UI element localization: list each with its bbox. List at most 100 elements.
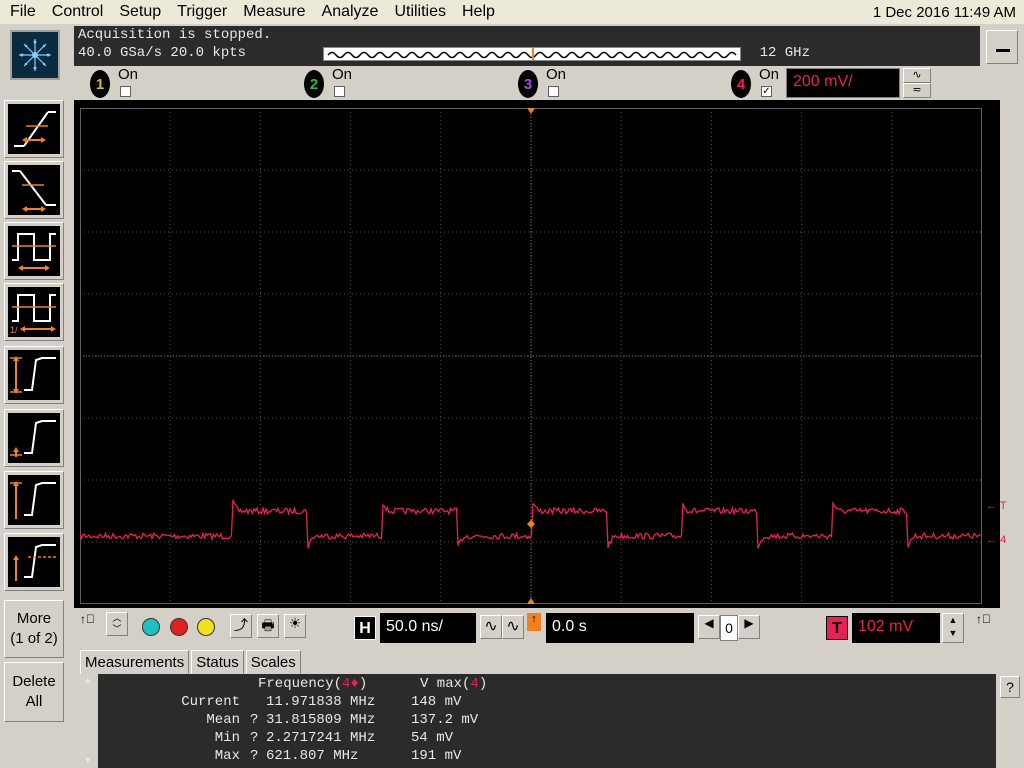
channel-1-checkbox[interactable]: [120, 86, 131, 97]
mean-vmax: 137.2 mV: [411, 712, 479, 728]
menu-file[interactable]: File: [0, 3, 44, 21]
fine-adjust-icon[interactable]: ∿: [480, 615, 502, 639]
channel-4-coupling[interactable]: ∿ ≂: [903, 68, 931, 98]
trigger-level-marker: ← T: [986, 500, 1007, 512]
brightness-icon[interactable]: ☀: [284, 614, 306, 638]
menu-analyze[interactable]: Analyze: [314, 3, 387, 21]
min-qualifier: ?: [250, 730, 259, 746]
delay-field[interactable]: 0.0 s: [546, 613, 694, 643]
base-voltage-button[interactable]: [4, 409, 64, 467]
delay-reference-field[interactable]: 0: [720, 615, 738, 641]
color-yellow-button[interactable]: [197, 618, 215, 636]
color-cyan-button[interactable]: [142, 618, 160, 636]
tab-measurements[interactable]: Measurements: [80, 650, 190, 674]
channel-3-badge: 3: [518, 70, 538, 98]
print-icon[interactable]: 🖶: [257, 614, 279, 638]
max-qualifier: ?: [250, 748, 259, 764]
trigger-level-spinner[interactable]: ▲ ▼: [942, 613, 964, 643]
coarse-adjust-icon[interactable]: ∿: [502, 615, 524, 639]
fall-time-button[interactable]: [4, 161, 64, 219]
menu-measure[interactable]: Measure: [235, 3, 313, 21]
logo-icon: [10, 30, 60, 80]
menu-help[interactable]: Help: [454, 3, 503, 21]
measurements-header: Frequency(4♦): [258, 676, 368, 692]
measurements-scrollbar[interactable]: ▲ ▼: [78, 674, 98, 768]
trigger-scroll-icon[interactable]: ↑⃒: [976, 612, 991, 626]
current-vmax: 148 mV: [411, 694, 462, 710]
more-button[interactable]: More (1 of 2): [4, 600, 64, 658]
channel-1-selector[interactable]: 1 On: [90, 66, 138, 100]
clock: 1 Dec 2016 11:49 AM: [872, 3, 1016, 21]
row-label-current: Current: [181, 694, 240, 710]
max-frequency: 621.807 MHz: [266, 748, 359, 764]
measurement-tabs: Measurements Status Scales: [80, 650, 303, 674]
min-vmax: 54 mV: [411, 730, 454, 746]
amplitude-button[interactable]: [4, 346, 64, 404]
bandwidth-text: 12 GHz: [759, 45, 810, 61]
memory-overview-bar[interactable]: [323, 47, 741, 61]
period-button[interactable]: [4, 222, 64, 280]
scroll-down-icon[interactable]: ▼: [78, 756, 98, 766]
row-label-mean: Mean: [206, 712, 240, 728]
menu-setup[interactable]: Setup: [111, 3, 169, 21]
delay-reference-icon: ↑: [527, 613, 541, 631]
channel-2-on-label: On: [332, 66, 353, 83]
graticule: [80, 108, 982, 604]
menu-utilities[interactable]: Utilities: [386, 3, 454, 21]
delay-left-button[interactable]: ◀: [698, 615, 720, 639]
menu-bar: File Control Setup Trigger Measure Analy…: [0, 0, 1024, 24]
channel-4-selector[interactable]: 4 On ✓: [731, 66, 779, 100]
channel-1-on-label: On: [118, 66, 139, 83]
frequency-header-channel: 4♦: [342, 676, 359, 692]
timebase-field[interactable]: 50.0 ns/: [380, 613, 476, 643]
tab-scales[interactable]: Scales: [245, 650, 301, 674]
ac-coupling-icon[interactable]: ∿: [903, 68, 931, 83]
tab-status[interactable]: Status: [191, 650, 244, 674]
help-question-button[interactable]: ?: [1000, 676, 1020, 698]
scroll-updown-button[interactable]: ︿ ﹀: [106, 612, 128, 636]
top-voltage-button[interactable]: [4, 471, 64, 529]
waveform-canvas: [80, 108, 982, 604]
vmax-header-wrap: V max(4): [420, 676, 488, 692]
ch4-marker-label: 4: [1000, 534, 1007, 546]
channel-4-scale-field[interactable]: 200 mV/: [786, 68, 900, 98]
svg-text:1/: 1/: [10, 325, 18, 335]
menu-trigger[interactable]: Trigger: [169, 3, 235, 21]
more-button-label: More: [16, 610, 52, 627]
trigger-position-bottom-icon: [527, 598, 535, 604]
channel-4-badge: 4: [731, 70, 751, 98]
trigger-level-field[interactable]: 102 mV: [852, 613, 940, 643]
channel-4-ground-marker: ← 4: [986, 534, 1007, 546]
scroll-up-icon[interactable]: ▲: [78, 676, 98, 686]
trigger-position-top-icon: [527, 108, 535, 114]
row-label-max: Max: [214, 748, 240, 764]
autoscale-icon[interactable]: ⤴: [230, 614, 252, 638]
rise-time-button[interactable]: [4, 100, 64, 158]
min-frequency: 2.2717241 MHz: [266, 730, 376, 746]
delete-all-label-2: All: [25, 693, 43, 710]
delay-right-button[interactable]: ▶: [738, 615, 760, 639]
channel-2-checkbox[interactable]: [334, 86, 345, 97]
mean-frequency: 31.815809 MHz: [266, 712, 376, 728]
frequency-button[interactable]: 1/: [4, 283, 64, 341]
max-vmax: 191 mV: [411, 748, 462, 764]
trigger-t-icon: T: [826, 616, 848, 640]
vmax-header-channel: 4: [470, 676, 479, 692]
trigger-point-icon: [527, 520, 535, 528]
scroll-top-icon[interactable]: ↑⃒: [80, 612, 95, 626]
menu-control[interactable]: Control: [44, 3, 112, 21]
sample-rate-text: 40.0 GSa/s 20.0 kpts: [78, 45, 247, 61]
channel-3-checkbox[interactable]: [548, 86, 559, 97]
overshoot-button[interactable]: [4, 533, 64, 591]
dc-coupling-icon[interactable]: ≂: [903, 83, 931, 98]
minimize-button[interactable]: [986, 30, 1018, 64]
channel-3-on-label: On: [546, 66, 567, 83]
mean-qualifier: ?: [250, 712, 259, 728]
color-red-button[interactable]: [170, 618, 188, 636]
delete-all-label-1: Delete: [12, 673, 56, 690]
channel-4-checkbox[interactable]: ✓: [761, 86, 772, 97]
channel-3-selector[interactable]: 3 On: [518, 66, 566, 100]
delete-all-button[interactable]: Delete All: [4, 662, 64, 722]
channel-2-selector[interactable]: 2 On: [304, 66, 352, 100]
acquisition-text: Acquisition is stopped.: [78, 27, 272, 43]
